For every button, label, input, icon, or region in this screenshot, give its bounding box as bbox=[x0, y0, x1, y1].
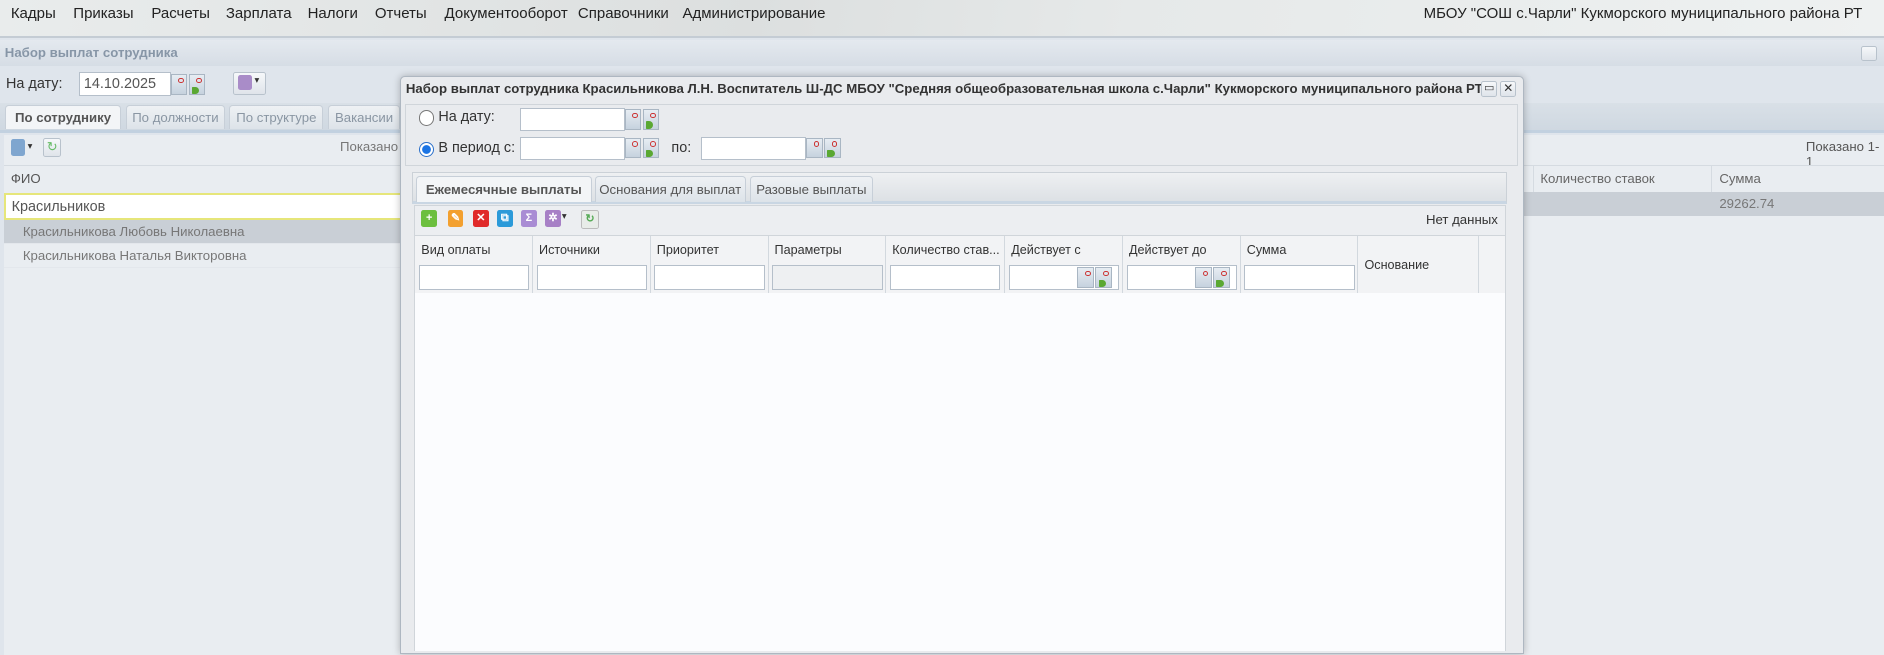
radio-on-date[interactable] bbox=[419, 110, 435, 126]
calendar-icon[interactable] bbox=[805, 137, 823, 159]
period-from-input[interactable] bbox=[520, 136, 625, 160]
dialog-title: Набор выплат сотрудника Красильникова Л.… bbox=[405, 81, 1483, 97]
tab-po-strukture[interactable]: По структуре bbox=[229, 104, 324, 129]
radio-period[interactable] bbox=[419, 141, 435, 157]
panel-title: Набор выплат сотрудника bbox=[0, 39, 1884, 67]
filter-summa[interactable] bbox=[1244, 264, 1355, 291]
menu-prikazy[interactable]: Приказы bbox=[73, 5, 133, 22]
app: Кадры Приказы Расчеты Зарплата Налоги От… bbox=[0, 0, 1884, 655]
organization-name: МБОУ "СОШ с.Чарли" Кукморского муниципал… bbox=[1423, 4, 1863, 22]
column-istochniki[interactable]: Источники bbox=[533, 236, 651, 293]
minimize-button[interactable] bbox=[1861, 45, 1877, 62]
table-row[interactable]: Красильникова Наталья Викторовна bbox=[3, 244, 401, 268]
menu-administrirovanie[interactable]: Администрирование bbox=[682, 5, 825, 22]
date-input[interactable] bbox=[79, 72, 171, 97]
payments-dialog: Набор выплат сотрудника Красильникова Л.… bbox=[400, 75, 1525, 655]
chevron-down-icon[interactable]: ▾ bbox=[562, 211, 567, 222]
on-date-input[interactable] bbox=[520, 107, 625, 131]
refresh-icon[interactable]: ↻ bbox=[581, 209, 599, 229]
column-deystvuet-do[interactable]: Действует до bbox=[1123, 236, 1241, 293]
chevron-down-icon[interactable]: ▾ bbox=[28, 141, 33, 152]
tab-vakansii[interactable]: Вакансии bbox=[328, 104, 401, 129]
chevron-down-icon: ▾ bbox=[254, 75, 260, 87]
table-row[interactable]: 29262.74 bbox=[1521, 192, 1884, 217]
menu-otchety[interactable]: Отчеты bbox=[375, 5, 427, 22]
calendar-icon[interactable] bbox=[1077, 267, 1095, 288]
tab-po-sotrudniku[interactable]: По сотруднику bbox=[4, 104, 122, 129]
today-icon[interactable] bbox=[824, 137, 841, 159]
copy-icon[interactable]: ⧉ bbox=[496, 209, 513, 227]
print-icon[interactable] bbox=[10, 139, 26, 157]
menu-kadry[interactable]: Кадры bbox=[11, 5, 56, 22]
column-parametry[interactable]: Параметры bbox=[769, 236, 887, 293]
today-icon[interactable] bbox=[188, 74, 206, 95]
tab-grounds[interactable]: Основания для выплат bbox=[594, 176, 746, 202]
menu-spravochniki[interactable]: Справочники bbox=[578, 5, 669, 22]
today-icon[interactable] bbox=[1095, 267, 1113, 288]
delete-icon[interactable]: ✕ bbox=[472, 209, 489, 227]
tab-po-dolzhnosti[interactable]: По должности bbox=[126, 104, 225, 129]
scrollbar[interactable] bbox=[1506, 205, 1521, 650]
grid-toolbar: + ✎ ✕ ⧉ Σ ✲ ▾ ↻ Нет данных bbox=[415, 206, 1506, 236]
calendar-icon[interactable] bbox=[170, 74, 188, 95]
radio-on-date-label: На дату: bbox=[438, 109, 495, 126]
menu-raschety[interactable]: Расчеты bbox=[151, 5, 210, 22]
column-kolichestvo[interactable]: Количество став... bbox=[886, 236, 1006, 293]
calendar-icon[interactable] bbox=[624, 137, 642, 159]
main-menu: Кадры Приказы Расчеты Зарплата Налоги От… bbox=[0, 0, 1884, 39]
column-count[interactable]: Количество ставок bbox=[1540, 171, 1654, 186]
filter-parametry bbox=[772, 264, 883, 291]
grid-header: Вид оплаты Источники Приоритет Параметры… bbox=[415, 235, 1506, 293]
refresh-icon[interactable]: ↻ bbox=[43, 138, 62, 158]
column-prioritet[interactable]: Приоритет bbox=[651, 236, 769, 293]
edit-icon[interactable]: ✎ bbox=[447, 209, 464, 227]
to-label: по: bbox=[671, 140, 692, 157]
filter-vid-oplaty[interactable] bbox=[418, 264, 530, 291]
column-summa[interactable]: Сумма bbox=[1241, 236, 1359, 293]
menu-nalogi[interactable]: Налоги bbox=[308, 5, 358, 22]
settings-dropdown-button[interactable]: ▾ bbox=[233, 72, 266, 95]
calendar-icon[interactable] bbox=[1195, 267, 1212, 288]
column-deystvuet-s[interactable]: Действует с bbox=[1005, 236, 1123, 293]
table-row[interactable]: Красильникова Любовь Николаевна bbox=[3, 219, 401, 244]
menu-dokumentooborot[interactable]: Документооборот bbox=[445, 5, 568, 22]
column-osnovanie[interactable]: Основание bbox=[1358, 236, 1479, 293]
close-button[interactable]: ✕ bbox=[1500, 81, 1517, 98]
today-icon[interactable] bbox=[642, 109, 660, 130]
no-data-label: Нет данных bbox=[1425, 212, 1498, 228]
sum-value: 29262.74 bbox=[1719, 195, 1775, 211]
calendar-icon[interactable] bbox=[624, 109, 642, 130]
tab-monthly[interactable]: Ежемесячные выплаты bbox=[415, 176, 593, 202]
settings-icon bbox=[237, 75, 253, 90]
menu-zarplata[interactable]: Зарплата bbox=[226, 5, 292, 22]
filter-istochniki[interactable] bbox=[536, 264, 648, 291]
add-icon[interactable]: + bbox=[421, 209, 437, 227]
radio-period-label: В период с: bbox=[438, 140, 516, 157]
date-label: На дату: bbox=[6, 75, 63, 92]
settings-icon[interactable]: ✲ bbox=[545, 209, 561, 227]
shown-count: Показано bbox=[340, 139, 399, 155]
column-vid-oplaty[interactable]: Вид оплаты bbox=[415, 236, 534, 293]
fio-filter-input[interactable] bbox=[3, 193, 403, 220]
tab-one-time[interactable]: Разовые выплаты bbox=[749, 176, 874, 202]
sum-icon[interactable]: Σ bbox=[521, 209, 537, 227]
filter-kolichestvo[interactable] bbox=[889, 264, 1001, 291]
maximize-button[interactable]: ▭ bbox=[1481, 81, 1497, 98]
period-to-input[interactable] bbox=[701, 136, 806, 160]
today-icon[interactable] bbox=[1213, 267, 1230, 288]
filter-prioritet[interactable] bbox=[654, 264, 765, 291]
today-icon[interactable] bbox=[642, 137, 660, 159]
column-sum[interactable]: Сумма bbox=[1719, 171, 1761, 186]
column-fio[interactable]: ФИО bbox=[11, 171, 41, 186]
